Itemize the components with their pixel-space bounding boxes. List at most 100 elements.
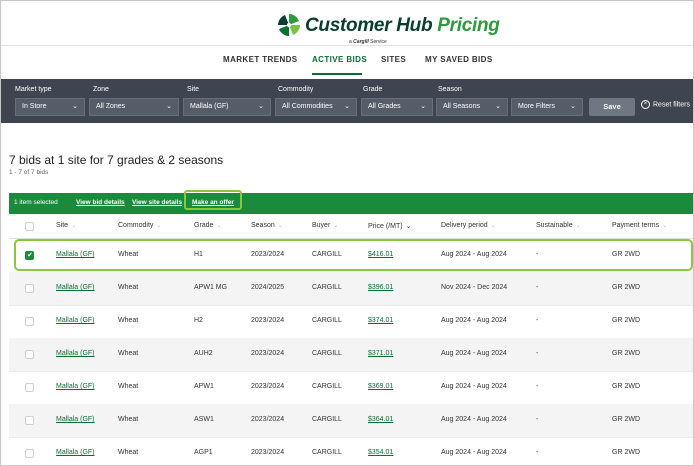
sort-icon: ⌄: [216, 223, 222, 229]
season-value: All Seasons: [443, 103, 480, 110]
selected-count: 1 item selected: [14, 199, 58, 206]
col-header-payment-terms[interactable]: Payment terms ⌄: [612, 222, 667, 229]
commodity-select[interactable]: All Commodities ⌄: [275, 98, 357, 116]
cell-commodity: Wheat: [118, 284, 139, 291]
row-checkbox[interactable]: [25, 284, 34, 293]
cell-site-link[interactable]: Mallala (GF): [56, 416, 95, 423]
cell-commodity: Wheat: [118, 383, 139, 390]
table-row[interactable]: Mallala (GF) Wheat APW1 2023/2024 CARGIL…: [9, 371, 693, 405]
col-header-season-label: Season: [251, 222, 275, 229]
cell-grade: APW1 MG: [194, 284, 228, 291]
sort-icon: ⌄: [490, 223, 496, 229]
cell-price-link[interactable]: $374.01: [368, 317, 393, 324]
row-checkbox[interactable]: [25, 317, 34, 326]
offer-callout-highlight: [184, 190, 242, 210]
chevron-down-icon: ⌄: [344, 103, 350, 110]
cell-site-link[interactable]: Mallala (GF): [56, 317, 95, 324]
table-row[interactable]: Mallala (GF) Wheat APW1 MG 2024/2025 CAR…: [9, 272, 693, 306]
col-header-commodity[interactable]: Commodity ⌄: [118, 222, 161, 229]
col-header-price-label: Price (/MT): [368, 223, 403, 230]
chevron-down-icon: ⌄: [420, 103, 426, 110]
chevron-down-icon: ⌄: [72, 103, 78, 110]
app-title: Customer Hub Pricing: [305, 15, 500, 37]
cell-season: 2023/2024: [251, 317, 285, 324]
cell-payment-terms: GR 2WD: [612, 317, 640, 324]
save-button[interactable]: Save: [589, 98, 635, 116]
sort-icon: ⌄: [662, 223, 668, 229]
cell-price-link[interactable]: $369.01: [368, 383, 393, 390]
chevron-down-icon: ⌄: [495, 103, 501, 110]
cell-price-link[interactable]: $371.01: [368, 350, 393, 357]
cell-commodity: Wheat: [118, 416, 139, 423]
cell-season: 2024/2025: [251, 284, 285, 291]
cell-sustainable: -: [536, 284, 539, 291]
more-filters-select[interactable]: More Filters ⌄: [511, 98, 583, 116]
zone-value: All Zones: [96, 103, 126, 110]
cell-site-link[interactable]: Mallala (GF): [56, 449, 95, 456]
cell-payment-terms: GR 2WD: [612, 449, 640, 456]
sort-icon: ⌄: [333, 223, 339, 229]
table-row[interactable]: Mallala (GF) Wheat ASW1 2023/2024 CARGIL…: [9, 404, 693, 438]
col-header-delivery-period[interactable]: Delivery period ⌄: [441, 222, 496, 229]
col-header-season[interactable]: Season ⌄: [251, 222, 283, 229]
season-select[interactable]: All Seasons ⌄: [436, 98, 508, 116]
market-type-select[interactable]: In Store ⌄: [15, 98, 85, 116]
pinwheel-logo-icon: [278, 14, 300, 36]
cell-delivery-period: Aug 2024 - Aug 2024: [441, 416, 507, 423]
table-row[interactable]: Mallala (GF) Wheat AGP1 2023/2024 CARGIL…: [9, 437, 693, 465]
results-count: 1 - 7 of 7 bids: [9, 169, 49, 176]
col-header-grade[interactable]: Grade ⌄: [194, 222, 222, 229]
commodity-value: All Commodities: [282, 103, 333, 110]
tab-active-bids[interactable]: ACTIVE BIDS: [312, 55, 367, 64]
row-checkbox[interactable]: [25, 449, 34, 458]
tab-market-trends[interactable]: MARKET TRENDS: [223, 55, 298, 64]
sort-icon: ⌄: [277, 223, 283, 229]
col-header-site-label: Site: [56, 222, 69, 229]
cell-site-link[interactable]: Mallala (GF): [56, 350, 95, 357]
cell-delivery-period: Aug 2024 - Aug 2024: [441, 383, 507, 390]
cell-commodity: Wheat: [118, 449, 139, 456]
app-title-main: Customer Hub: [305, 15, 438, 36]
cell-payment-terms: GR 2WD: [612, 416, 640, 423]
table-row[interactable]: Mallala (GF) Wheat H2 2023/2024 CARGILL …: [9, 305, 693, 339]
market-type-label: Market type: [15, 86, 52, 93]
cell-sustainable: -: [536, 449, 539, 456]
tab-my-saved-bids[interactable]: MY SAVED BIDS: [425, 55, 493, 64]
table-row[interactable]: Mallala (GF) Wheat AUH2 2023/2024 CARGIL…: [9, 338, 693, 372]
cell-commodity: Wheat: [118, 350, 139, 357]
cell-site-link[interactable]: Mallala (GF): [56, 284, 95, 291]
cell-price-link[interactable]: $396.01: [368, 284, 393, 291]
cell-price-link[interactable]: $354.01: [368, 449, 393, 456]
view-bid-details-link[interactable]: View bid details: [76, 199, 125, 206]
cell-payment-terms: GR 2WD: [612, 350, 640, 357]
grade-label: Grade: [363, 86, 383, 93]
more-filters-label: More Filters: [518, 103, 555, 110]
cell-price-link[interactable]: $364.01: [368, 416, 393, 423]
chevron-down-icon: ⌄: [166, 103, 172, 110]
row-checkbox[interactable]: [25, 383, 34, 392]
col-header-price[interactable]: Price (/MT) ⌄: [368, 222, 411, 230]
col-header-payment-label: Payment terms: [612, 222, 660, 229]
col-header-commodity-label: Commodity: [118, 222, 154, 229]
brand-logo[interactable]: Customer Hub Pricing a Cargill Service: [277, 13, 500, 45]
col-header-buyer[interactable]: Buyer ⌄: [312, 222, 338, 229]
sort-icon: ⌄: [156, 223, 162, 229]
col-header-site[interactable]: Site ⌄: [56, 222, 76, 229]
cell-buyer: CARGILL: [312, 284, 342, 291]
cell-buyer: CARGILL: [312, 416, 342, 423]
row-checkbox[interactable]: [25, 350, 34, 359]
cell-site-link[interactable]: Mallala (GF): [56, 383, 95, 390]
row-checkbox[interactable]: [25, 416, 34, 425]
grade-select[interactable]: All Grades ⌄: [361, 98, 433, 116]
reset-filters-button[interactable]: × Reset filters: [641, 100, 690, 109]
tab-sites[interactable]: SITES: [381, 55, 406, 64]
col-header-sustainable-label: Sustainable: [536, 222, 573, 229]
select-all-checkbox[interactable]: [25, 222, 34, 231]
zone-select[interactable]: All Zones ⌄: [89, 98, 179, 116]
active-tab-indicator: [312, 73, 362, 75]
site-select[interactable]: Mallala (GF) ⌄: [183, 98, 271, 116]
zone-label: Zone: [93, 86, 109, 93]
cell-delivery-period: Aug 2024 - Aug 2024: [441, 317, 507, 324]
view-site-details-link[interactable]: View site details: [132, 199, 182, 206]
col-header-sustainable[interactable]: Sustainable ⌄: [536, 222, 581, 229]
